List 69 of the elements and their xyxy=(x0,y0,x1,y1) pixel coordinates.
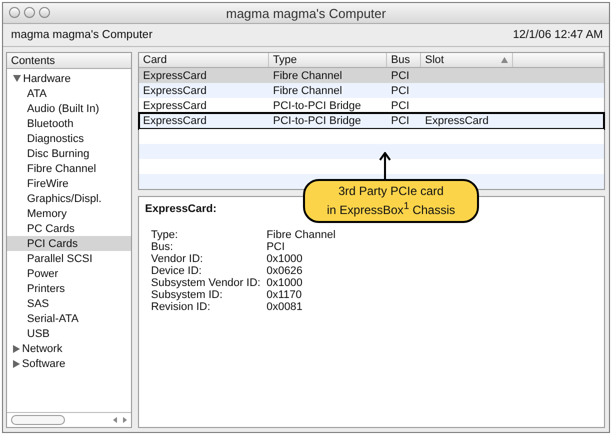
sidebar-item[interactable]: PC Cards xyxy=(7,221,131,236)
field-label: Bus: xyxy=(151,241,174,253)
field-value: 0x1170 xyxy=(266,289,303,301)
computer-name: magma magma's Computer xyxy=(11,29,153,41)
sidebar-item[interactable]: Printers xyxy=(7,281,131,296)
column-header[interactable]: Type xyxy=(269,53,387,68)
sidebar-item[interactable]: Disc Burning xyxy=(7,146,131,161)
table-row[interactable]: ExpressCard PCI-to-PCI Bridge PCI xyxy=(139,98,604,114)
table-cell-text: PCI-to-PCI Bridge xyxy=(272,115,362,128)
table-cell-text: ExpressCard xyxy=(142,70,208,82)
sidebar-item[interactable]: Power xyxy=(7,266,131,281)
sidebar-item[interactable]: SAS xyxy=(7,296,131,311)
sidebar-item[interactable]: Bluetooth xyxy=(7,116,131,131)
sidebar-item[interactable]: Fibre Channel xyxy=(7,161,131,176)
sidebar-item[interactable]: Serial-ATA xyxy=(7,311,131,326)
field-value: 0x1000 xyxy=(266,277,304,289)
detail-title: ExpressCard: xyxy=(145,203,217,215)
table-row[interactable]: ExpressCard PCI-to-PCI Bridge PCI ExpressCard xyxy=(139,113,604,129)
sidebar-item[interactable]: Software xyxy=(7,356,131,371)
scroll-arrows-icon[interactable] xyxy=(113,417,127,423)
table-cell-text: Fibre Channel xyxy=(272,84,344,97)
sidebar-item[interactable]: Network xyxy=(7,341,131,356)
zoom-button[interactable] xyxy=(39,7,50,18)
field-value: Fibre Channel xyxy=(266,229,337,241)
sidebar-item[interactable]: USB xyxy=(7,326,131,341)
field-label: Revision ID: xyxy=(151,301,212,313)
table-cell-text: Fibre Channel xyxy=(272,70,344,82)
minimize-button[interactable] xyxy=(24,7,35,18)
date-time: 12/1/06 12:47 AM xyxy=(512,29,603,41)
field-label: Type: xyxy=(151,229,179,241)
contents-header[interactable]: Contents xyxy=(7,53,131,69)
field-value: 0x1000 xyxy=(266,253,304,265)
field-label: Vendor ID: xyxy=(151,253,204,265)
column-header[interactable]: Card xyxy=(139,53,269,68)
expanded-triangle-icon[interactable] xyxy=(13,75,21,82)
column-header[interactable]: Bus xyxy=(387,53,421,68)
field-label: Subsystem ID: xyxy=(151,289,224,301)
close-button[interactable] xyxy=(9,7,20,18)
sort-ascending-icon xyxy=(501,57,508,64)
column-header[interactable]: Slot xyxy=(421,53,513,68)
table-cell-text: PCI-to-PCI Bridge xyxy=(272,100,362,112)
sidebar-item[interactable]: Hardware xyxy=(7,71,131,86)
table-cell-text: ExpressCard xyxy=(142,100,208,112)
table-row[interactable]: ExpressCard Fibre Channel PCI xyxy=(139,83,604,98)
sidebar-item[interactable]: Graphics/Displ. xyxy=(7,191,131,206)
field-label: Device ID: xyxy=(151,265,203,277)
sidebar-item[interactable]: Memory xyxy=(7,206,131,221)
sidebar-item[interactable]: Diagnostics xyxy=(7,131,131,146)
sidebar-item[interactable]: Parallel SCSI xyxy=(7,251,131,266)
table-cell-text: ExpressCard xyxy=(142,84,208,97)
field-value: 0x0081 xyxy=(266,301,304,313)
sidebar-item[interactable]: Audio (Built In) xyxy=(7,101,131,116)
callout-bubble: 3rd Party PCIe card in ExpressBox$^{1}$ Chassis xyxy=(303,179,479,223)
field-label: Subsystem Vendor ID: xyxy=(151,277,260,289)
leader-line xyxy=(379,152,391,180)
scrollbar-thumb[interactable] xyxy=(11,415,65,425)
table-cell-text: PCI xyxy=(390,70,410,82)
table-row[interactable]: ExpressCard Fibre Channel PCI xyxy=(139,68,604,84)
field-value: 0x0626 xyxy=(266,265,304,277)
table-cell-text: ExpressCard xyxy=(142,115,208,128)
field-value: PCI xyxy=(266,241,286,253)
table-cell-text: PCI xyxy=(390,100,410,112)
sidebar-item[interactable]: ATA xyxy=(7,86,131,101)
table-cell-text: ExpressCard xyxy=(424,115,490,128)
table-cell-text: PCI xyxy=(390,115,410,128)
sidebar-item[interactable]: FireWire xyxy=(7,176,131,191)
window-title: magma magma's Computer xyxy=(226,6,386,20)
table-cell-text: PCI xyxy=(390,84,410,97)
sidebar-item[interactable]: PCI Cards xyxy=(7,236,131,251)
